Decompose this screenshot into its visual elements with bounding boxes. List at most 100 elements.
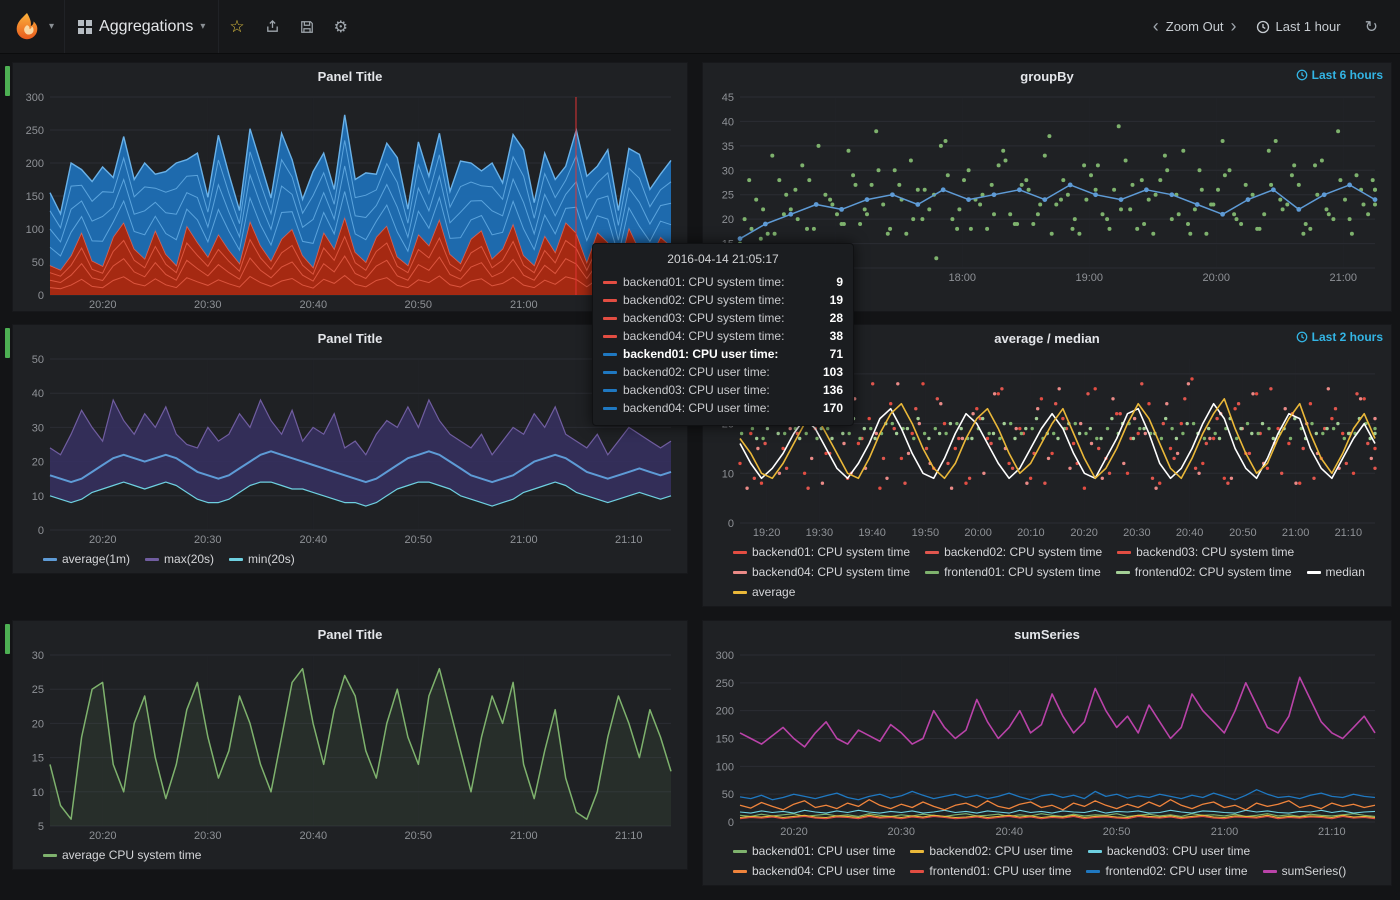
svg-text:20:00: 20:00 <box>964 527 992 539</box>
time-range-badge[interactable]: Last 2 hours <box>1296 330 1383 344</box>
svg-text:19:00: 19:00 <box>1075 272 1103 284</box>
svg-text:15: 15 <box>32 753 44 765</box>
legend-item[interactable]: min(20s) <box>229 551 295 568</box>
row-toggle[interactable] <box>5 624 10 654</box>
panel-header: sumSeries <box>703 621 1391 647</box>
svg-text:20:10: 20:10 <box>1017 527 1045 539</box>
svg-text:21:10: 21:10 <box>1335 527 1363 539</box>
legend-item[interactable]: max(20s) <box>145 551 214 568</box>
svg-text:20:50: 20:50 <box>404 830 432 842</box>
row-toggle[interactable] <box>5 328 10 358</box>
legend-item[interactable]: frontend01: CPU user time <box>910 863 1071 880</box>
svg-text:40: 40 <box>32 388 44 400</box>
svg-text:50: 50 <box>32 354 44 366</box>
star-button[interactable]: ☆ <box>219 0 254 53</box>
svg-text:21:10: 21:10 <box>615 534 643 546</box>
panel-avg-min-max: Panel Title 20:2020:3020:4020:5021:0021:… <box>12 324 688 574</box>
caret-down-icon: ▾ <box>200 21 205 32</box>
svg-text:50: 50 <box>32 257 44 269</box>
panel-title[interactable]: groupBy <box>1020 69 1073 84</box>
svg-text:20:20: 20:20 <box>1070 527 1098 539</box>
panel-title[interactable]: Panel Title <box>318 331 383 346</box>
svg-text:20:30: 20:30 <box>194 299 222 311</box>
dashboard-title: Aggregations <box>99 18 193 36</box>
row-toggle[interactable] <box>5 66 10 96</box>
grafana-logo[interactable]: ▾ <box>0 0 65 53</box>
svg-text:30: 30 <box>32 422 44 434</box>
svg-text:300: 300 <box>26 92 44 104</box>
clock-icon <box>1296 331 1308 343</box>
panel-title[interactable]: Panel Title <box>318 69 383 84</box>
chart[interactable]: 20:2020:3020:4020:5021:0021:100102030405… <box>17 351 683 546</box>
svg-text:21:00: 21:00 <box>1329 272 1357 284</box>
panel-average-cpu: Panel Title 20:2020:3020:4020:5021:0021:… <box>12 620 688 870</box>
refresh-button[interactable]: ↻ <box>1355 0 1392 53</box>
tooltip-row: backend01: CPU system time:9 <box>603 273 843 291</box>
svg-text:20:40: 20:40 <box>1176 527 1204 539</box>
time-range-picker[interactable]: Last 1 hour <box>1242 19 1355 34</box>
chart[interactable]: 20:2020:3020:4020:5021:0021:105101520253… <box>17 647 683 842</box>
legend-item[interactable]: sumSeries() <box>1263 863 1347 880</box>
pan-left-chevron-icon[interactable]: ‹ <box>1148 16 1164 37</box>
svg-text:45: 45 <box>722 92 734 104</box>
svg-text:19:30: 19:30 <box>806 527 834 539</box>
legend-item[interactable]: backend02: CPU system time <box>925 544 1102 561</box>
svg-text:0: 0 <box>38 525 44 537</box>
svg-text:35: 35 <box>722 141 734 153</box>
chart[interactable]: 20:2020:3020:4020:5021:0021:100501001502… <box>17 89 683 311</box>
legend-item[interactable]: backend01: CPU user time <box>733 843 895 860</box>
svg-text:18:00: 18:00 <box>948 272 976 284</box>
svg-text:20:20: 20:20 <box>89 534 117 546</box>
settings-button[interactable]: ⚙ <box>324 0 358 53</box>
svg-text:10: 10 <box>722 468 734 480</box>
share-button[interactable] <box>255 0 290 53</box>
time-range-badge-label: Last 6 hours <box>1312 68 1383 82</box>
panel-cpu-stacked: Panel Title 20:2020:3020:4020:5021:0021:… <box>12 62 688 312</box>
svg-text:100: 100 <box>26 224 44 236</box>
svg-text:21:00: 21:00 <box>1282 527 1310 539</box>
time-range-badge[interactable]: Last 6 hours <box>1296 68 1383 82</box>
legend-item[interactable]: backend04: CPU system time <box>733 564 910 581</box>
legend-item[interactable]: average <box>733 584 795 601</box>
panel-title[interactable]: sumSeries <box>1014 627 1080 642</box>
legend-item[interactable]: frontend01: CPU system time <box>925 564 1101 581</box>
svg-text:25: 25 <box>32 684 44 696</box>
legend-item[interactable]: average CPU system time <box>43 847 201 864</box>
svg-text:20:50: 20:50 <box>1229 527 1257 539</box>
panel-title[interactable]: average / median <box>994 331 1100 346</box>
tooltip-row: backend02: CPU user time:103 <box>603 363 843 381</box>
refresh-icon: ↻ <box>1365 19 1378 36</box>
navbar: ▾ Aggregations ▾ ☆ ⚙ ‹ Zoom Out › <box>0 0 1400 54</box>
svg-text:20:40: 20:40 <box>300 830 328 842</box>
legend-item[interactable]: backend01: CPU system time <box>733 544 910 561</box>
legend-item[interactable]: average(1m) <box>43 551 130 568</box>
svg-text:250: 250 <box>26 125 44 137</box>
legend-item[interactable]: backend03: CPU user time <box>1088 843 1250 860</box>
panel-title[interactable]: Panel Title <box>318 627 383 642</box>
legend-item[interactable]: backend03: CPU system time <box>1117 544 1294 561</box>
chart[interactable]: 20:2020:3020:4020:5021:0021:100501001502… <box>707 647 1387 838</box>
svg-text:20:30: 20:30 <box>194 830 222 842</box>
zoom-out-button[interactable]: Zoom Out <box>1164 19 1226 34</box>
svg-text:30: 30 <box>722 165 734 177</box>
legend-item[interactable]: median <box>1307 564 1365 581</box>
legend-item[interactable]: frontend02: CPU system time <box>1116 564 1292 581</box>
legend-item[interactable]: backend02: CPU user time <box>910 843 1072 860</box>
dashboard-picker[interactable]: Aggregations ▾ <box>65 0 219 53</box>
svg-text:0: 0 <box>728 518 734 530</box>
legend-item[interactable]: backend04: CPU user time <box>733 863 895 880</box>
svg-text:20:40: 20:40 <box>300 299 328 311</box>
legend-item[interactable]: frontend02: CPU user time <box>1086 863 1247 880</box>
pan-right-chevron-icon[interactable]: › <box>1226 16 1242 37</box>
save-button[interactable] <box>290 0 324 53</box>
svg-text:20: 20 <box>32 718 44 730</box>
panel-header: Panel Title <box>13 325 687 351</box>
svg-text:150: 150 <box>716 734 734 746</box>
svg-text:20:20: 20:20 <box>780 826 808 838</box>
svg-text:10: 10 <box>32 491 44 503</box>
svg-text:20:30: 20:30 <box>1123 527 1151 539</box>
svg-text:19:50: 19:50 <box>912 527 940 539</box>
svg-text:20:50: 20:50 <box>404 299 432 311</box>
clock-icon <box>1296 69 1308 81</box>
tooltip-row: backend03: CPU system time:28 <box>603 309 843 327</box>
